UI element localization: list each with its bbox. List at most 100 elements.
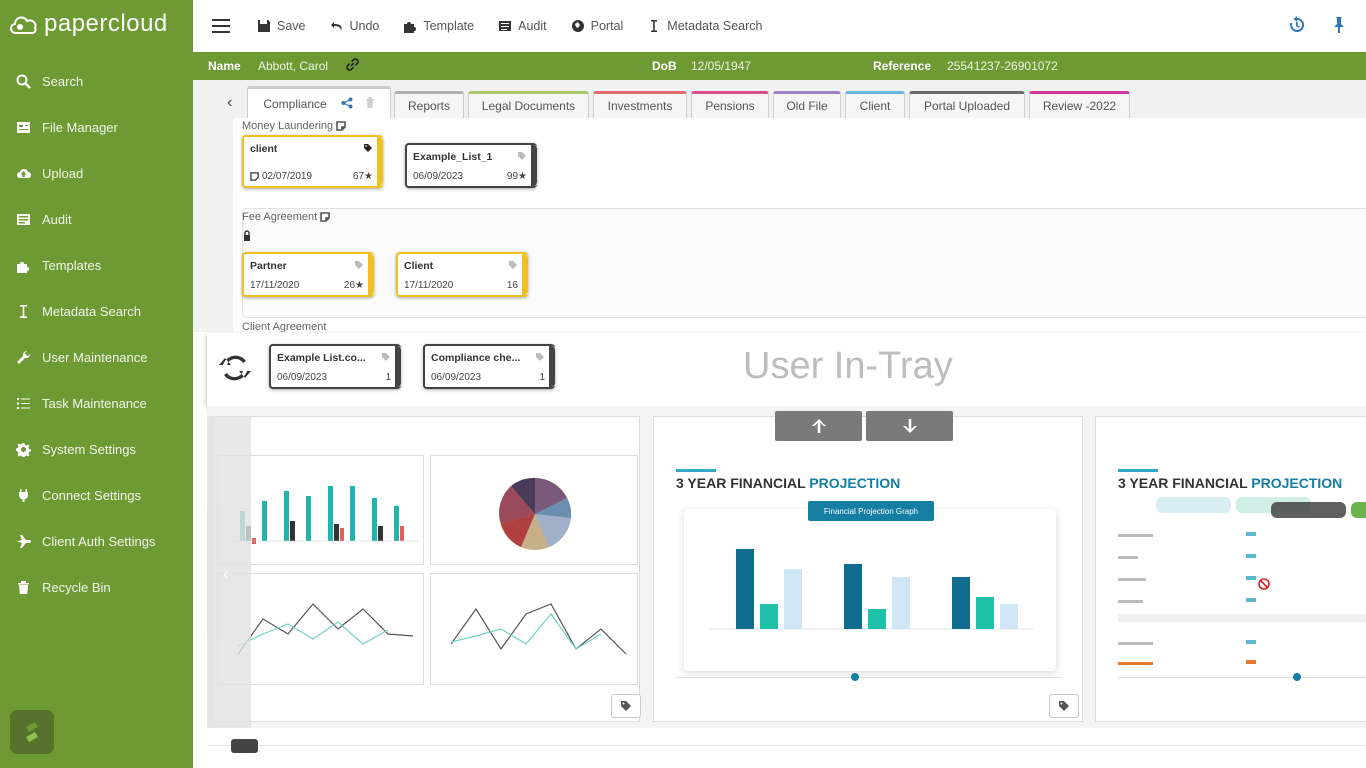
chevron-left-icon[interactable]: ‹	[227, 94, 232, 112]
app-switch-button[interactable]	[10, 710, 54, 754]
tab-portal-uploaded[interactable]: Portal Uploaded	[909, 91, 1025, 119]
slider-dot[interactable]	[1293, 673, 1301, 681]
doc-edge	[377, 137, 383, 186]
brand-name: papercloud	[44, 10, 168, 37]
tag-icon[interactable]	[508, 260, 518, 273]
doc-date: 06/09/2023	[277, 372, 328, 383]
sidebar-item-label: Recycle Bin	[42, 579, 111, 595]
wrench-icon	[15, 349, 31, 365]
tab-label: Client	[859, 99, 891, 113]
logo[interactable]: papercloud	[8, 10, 168, 38]
cloud-logo-icon	[8, 13, 38, 35]
title-accent-line	[676, 469, 716, 472]
doc-count: 67★	[352, 171, 373, 182]
tag-icon[interactable]	[381, 352, 391, 365]
preview-card-dashboard[interactable]	[212, 416, 641, 722]
name-label: Name	[208, 59, 241, 73]
chevron-left-icon[interactable]: ‹	[223, 566, 228, 584]
sidebar-item-file-manager[interactable]: File Manager	[0, 104, 193, 150]
intray-doc-example-list[interactable]: Example List.co... 06/09/2023 1	[269, 344, 401, 389]
note-icon[interactable]	[320, 212, 331, 222]
refresh-icon[interactable]	[216, 349, 254, 387]
slider-dot[interactable]	[851, 673, 859, 681]
pin-icon[interactable]	[1330, 16, 1348, 34]
tab-legal-documents[interactable]: Legal Documents	[468, 91, 589, 119]
graph-label: Financial Projection Graph	[808, 501, 934, 521]
section-title: Client Agreement	[242, 321, 327, 332]
tab-old-file[interactable]: Old File	[773, 91, 841, 119]
sidebar-item-metadata-search[interactable]: Metadata Search	[0, 288, 193, 334]
sidebar-item-upload[interactable]: Upload	[0, 150, 193, 196]
scroll-left-strip[interactable]: ‹	[207, 416, 251, 728]
plane-icon	[15, 533, 31, 549]
sidebar-item-client-auth-settings[interactable]: Client Auth Settings	[0, 518, 193, 564]
tab-pensions[interactable]: Pensions	[691, 91, 769, 119]
sidebar-item-connect-settings[interactable]: Connect Settings	[0, 472, 193, 518]
projection-title: 3 YEAR FINANCIAL PROJECTION	[1118, 475, 1342, 491]
sidebar-item-label: Metadata Search	[42, 303, 142, 319]
sidebar-item-task-maintenance[interactable]: Task Maintenance	[0, 380, 193, 426]
doc-card-partner[interactable]: Partner 17/11/2020 26★	[242, 252, 374, 297]
preview-card-projection-table[interactable]: 3 YEAR FINANCIAL PROJECTION	[1095, 416, 1366, 722]
client-info-bar: Name Abbott, Carol DoB 12/05/1947 Refere…	[193, 52, 1366, 80]
bottom-scroll-thumb[interactable]	[231, 739, 258, 753]
portal-label: Portal	[590, 19, 624, 33]
sidebar-item-audit[interactable]: Audit	[0, 196, 193, 242]
sidebar-item-recycle-bin[interactable]: Recycle Bin	[0, 564, 193, 610]
portal-button[interactable]: Portal	[571, 19, 624, 33]
move-up-button[interactable]	[775, 411, 862, 441]
history-icon[interactable]	[1288, 16, 1306, 34]
metadata-search-button[interactable]: Metadata Search	[647, 19, 762, 33]
sidebar-item-system-settings[interactable]: System Settings	[0, 426, 193, 472]
tab-investments[interactable]: Investments	[593, 91, 687, 119]
title-accent-line	[1118, 469, 1158, 472]
template-label: Template	[423, 19, 475, 33]
doc-date: 06/09/2023	[413, 171, 464, 182]
tab-review-2022[interactable]: Review -2022	[1029, 91, 1130, 119]
doc-count: 99★	[506, 171, 527, 182]
doc-card-fee-client[interactable]: Client 17/11/2020 16	[396, 252, 528, 297]
audit-icon	[15, 211, 31, 227]
doc-name: client	[250, 143, 278, 155]
template-button[interactable]: Template	[403, 19, 474, 33]
sidebar-item-search[interactable]: Search	[0, 58, 193, 104]
tag-icon[interactable]	[517, 151, 527, 164]
tab-client[interactable]: Client	[845, 91, 905, 119]
note-icon[interactable]	[336, 121, 346, 131]
doc-card-client[interactable]: client 02/07/2019 67★	[242, 135, 383, 188]
tag-icon[interactable]	[354, 260, 364, 273]
tab-compliance[interactable]: Compliance	[247, 86, 391, 119]
share-icon[interactable]	[341, 97, 353, 112]
tag-icon[interactable]	[535, 352, 545, 365]
doc-name: Example_List_1	[413, 151, 493, 163]
arrow-down-icon	[902, 419, 917, 433]
tag-button[interactable]	[1049, 694, 1079, 718]
trash-icon[interactable]	[365, 97, 375, 111]
tag-button[interactable]	[611, 694, 641, 718]
sidebar-item-user-maintenance[interactable]: User Maintenance	[0, 334, 193, 380]
doc-count: 1	[539, 372, 545, 383]
tab-reports[interactable]: Reports	[394, 91, 464, 119]
move-down-button[interactable]	[866, 411, 953, 441]
intray-doc-compliance[interactable]: Compliance che... 06/09/2023 1	[423, 344, 555, 389]
doc-card-example-list[interactable]: Example_List_1 06/09/2023 99★	[405, 143, 537, 188]
tab-label: Legal Documents	[481, 99, 576, 113]
tab-label: Reports	[407, 99, 451, 113]
doc-name: Partner	[250, 260, 287, 272]
doc-date: 17/11/2020	[404, 280, 454, 291]
undo-button[interactable]: Undo	[330, 19, 379, 33]
doc-count: 26★	[343, 280, 364, 291]
search-icon	[15, 73, 31, 89]
audit-button[interactable]: Audit	[498, 19, 547, 33]
tag-icon	[621, 701, 631, 711]
preview-card-financial-projection[interactable]: 3 YEAR FINANCIAL PROJECTION Financial Pr…	[653, 416, 1083, 722]
save-button[interactable]: Save	[257, 19, 306, 33]
sidebar-item-templates[interactable]: Templates	[0, 242, 193, 288]
client-name: Abbott, Carol	[258, 59, 329, 73]
section-client-agreement: Client Agreement	[242, 321, 326, 332]
tag-icon[interactable]	[363, 143, 373, 156]
doc-name: Example List.co...	[277, 352, 366, 364]
link-icon[interactable]	[345, 57, 360, 75]
bottom-scroll-track	[207, 745, 1366, 746]
hamburger-menu-button[interactable]	[211, 16, 231, 36]
